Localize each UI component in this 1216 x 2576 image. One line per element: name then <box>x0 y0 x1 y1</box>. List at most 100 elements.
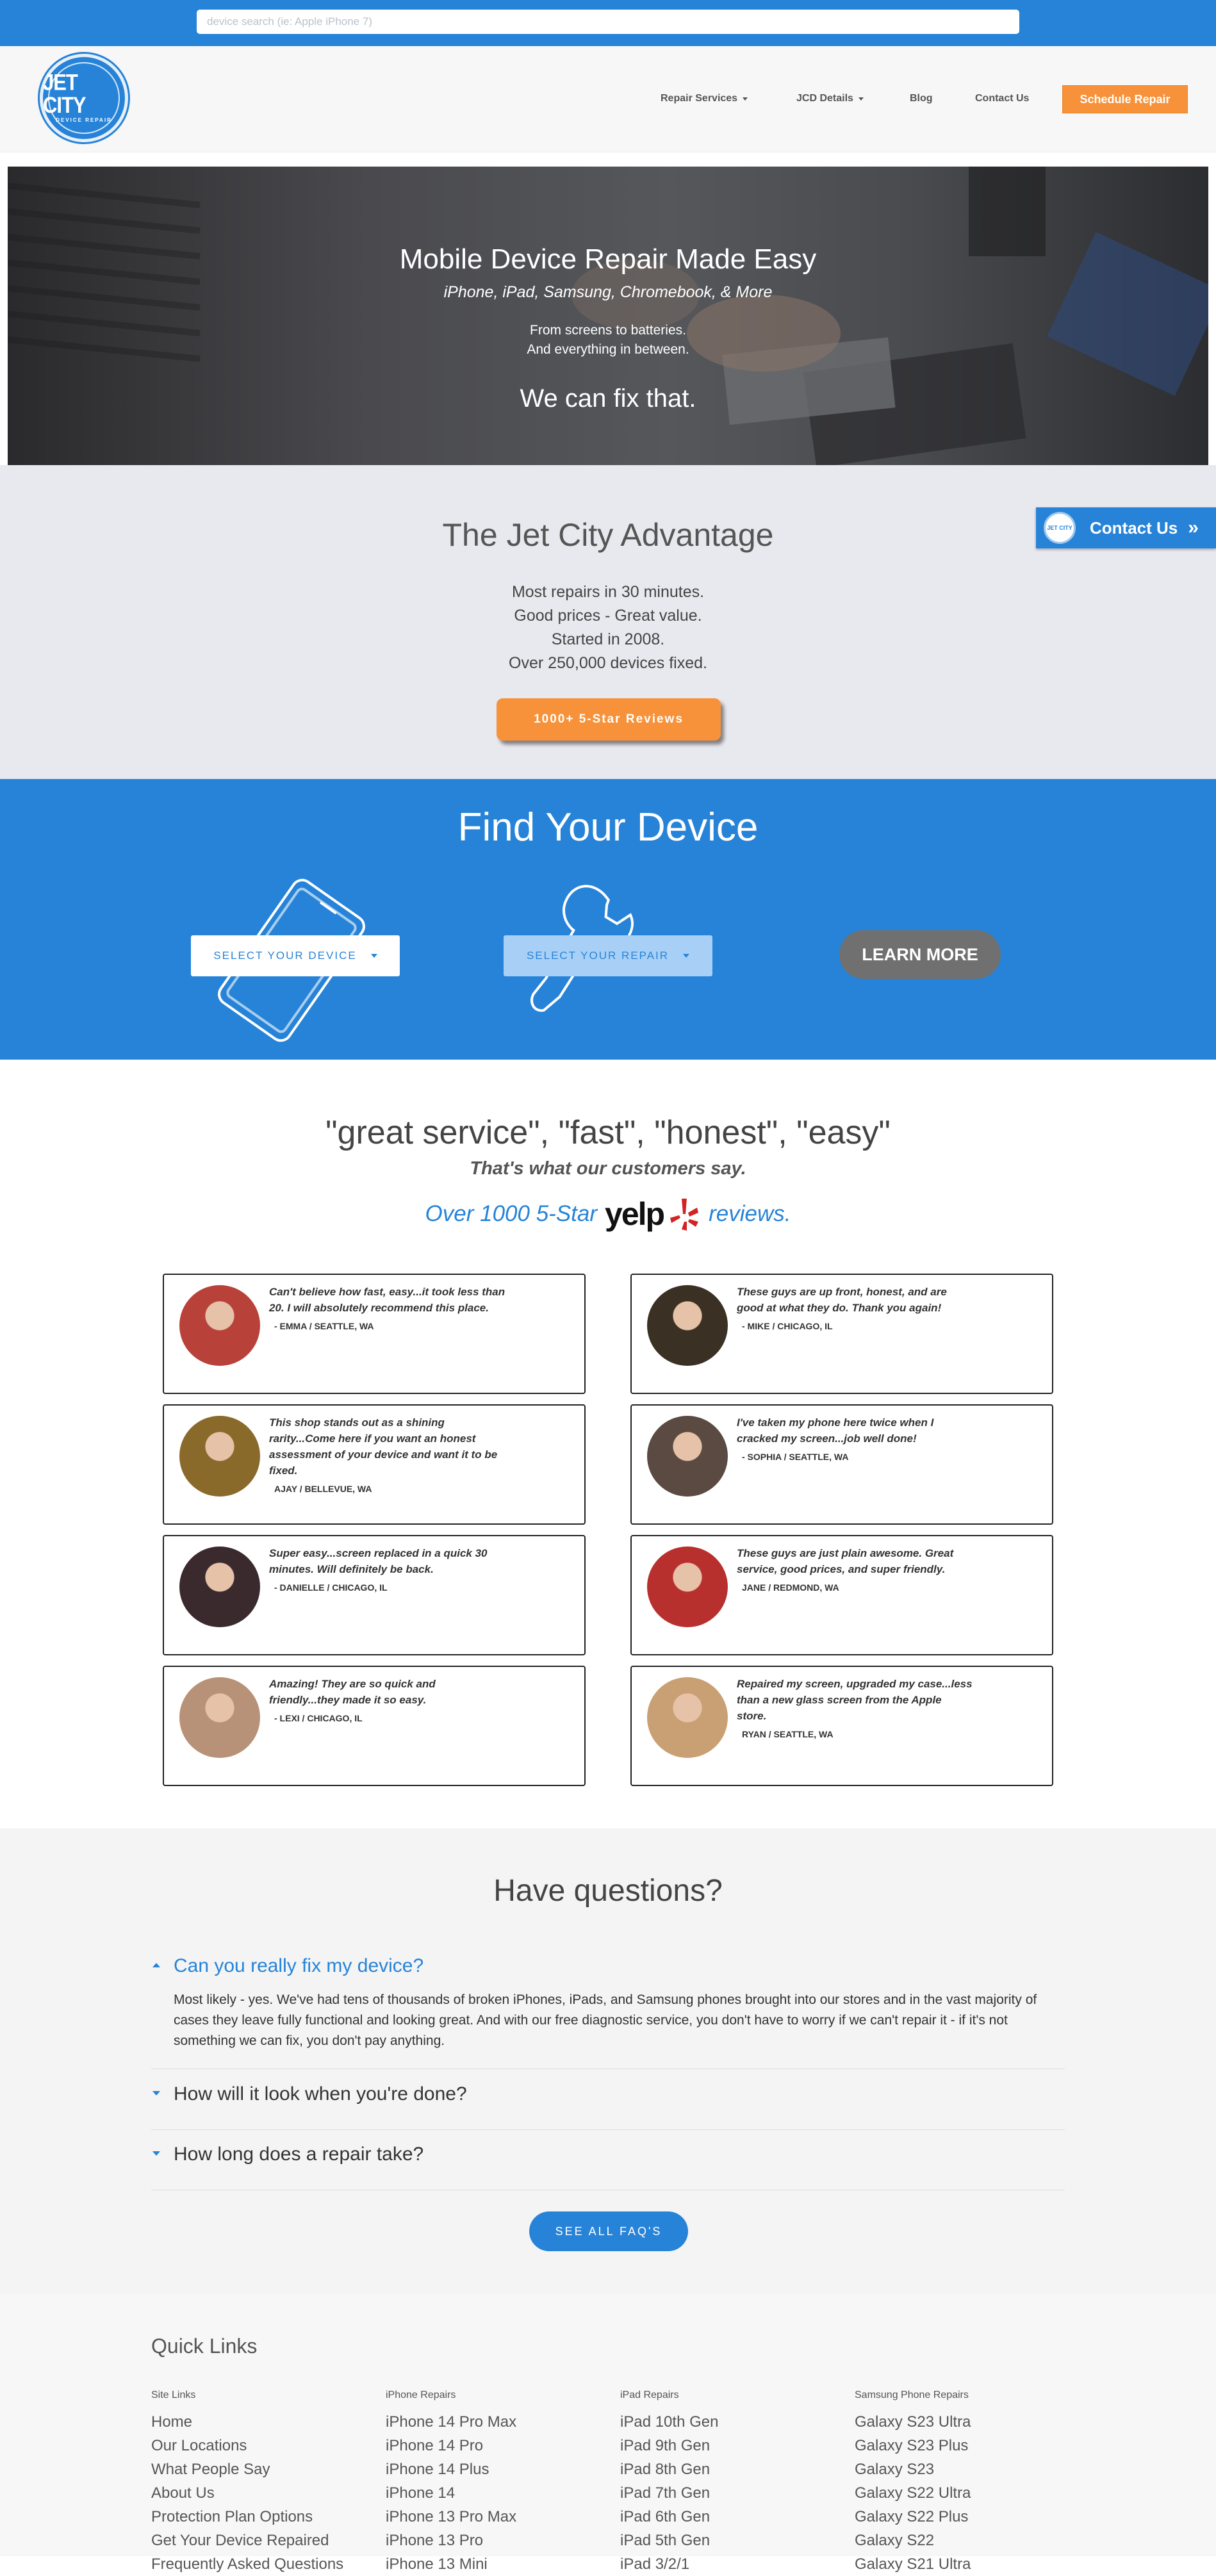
customer-avatar <box>179 1416 260 1497</box>
testimonials-subheading: That's what our customers say. <box>470 1158 746 1179</box>
footer-link[interactable]: iPad 6th Gen <box>620 2505 851 2529</box>
footer-column-heading: Site Links <box>151 2390 196 2400</box>
testimonials-heading: "great service", "fast", "honest", "easy… <box>325 1114 891 1151</box>
nav-contact-us[interactable]: Contact Us <box>975 85 1029 113</box>
footer-link[interactable]: What People Say <box>151 2457 382 2481</box>
quote-text: Amazing! They are so quick and friendly.… <box>269 1678 436 1706</box>
select-repair-label: SELECT YOUR REPAIR <box>526 949 670 962</box>
footer-link[interactable]: iPhone 14 Pro <box>386 2434 616 2457</box>
nav-jcd-details[interactable]: JCD Details <box>796 85 864 113</box>
hero-line-2: And everything in between. <box>527 342 689 357</box>
footer-link[interactable]: iPhone 13 Pro Max <box>386 2505 616 2529</box>
caret-up-icon <box>152 1963 160 1967</box>
nav-repair-services[interactable]: Repair Services <box>661 85 748 113</box>
select-device-dropdown[interactable]: SELECT YOUR DEVICE <box>191 935 400 976</box>
testimonial-card: Super easy...screen replaced in a quick … <box>163 1535 586 1655</box>
caret-down-icon <box>743 97 748 101</box>
caret-down-icon <box>858 97 864 101</box>
contact-tab-label: Contact Us <box>1090 518 1178 537</box>
footer-link[interactable]: Galaxy S23 Ultra <box>855 2410 1085 2434</box>
yelp-suffix: reviews. <box>709 1201 791 1226</box>
caret-down-icon <box>152 2091 160 2096</box>
testimonial-card: Amazing! They are so quick and friendly.… <box>163 1666 586 1786</box>
caret-down-icon <box>152 2151 160 2156</box>
testimonial-author: JANE / REDMOND, WA <box>742 1582 839 1593</box>
double-chevron-right-icon: » <box>1188 517 1199 538</box>
quote-text: These guys are just plain awesome. Great… <box>737 1547 954 1575</box>
faq-item-expanded[interactable]: Can you really fix my device? Most likel… <box>151 1955 1065 2069</box>
footer-link[interactable]: iPad 7th Gen <box>620 2481 851 2505</box>
footer-column-iphone: iPhone Repairs iPhone 14 Pro Max iPhone … <box>386 2390 616 2576</box>
faq-item[interactable]: How will it look when you're done? <box>151 2083 1065 2130</box>
customer-avatar <box>179 1546 260 1627</box>
footer-link[interactable]: Get Your Device Repaired <box>151 2529 382 2552</box>
faq-question[interactable]: How will it look when you're done? <box>151 2083 1065 2105</box>
footer-link[interactable]: Galaxy S22 Plus <box>855 2505 1085 2529</box>
reviews-button[interactable]: 1000+ 5-Star Reviews <box>497 698 721 741</box>
footer-link[interactable]: iPhone 14 Pro Max <box>386 2410 616 2434</box>
testimonials-section: "great service", "fast", "honest", "easy… <box>0 1060 1216 1828</box>
hero-background-image <box>8 167 1208 465</box>
testimonial-quote: Super easy...screen replaced in a quick … <box>269 1545 506 1596</box>
footer-link[interactable]: iPhone 14 Plus <box>386 2457 616 2481</box>
footer-link[interactable]: iPad 8th Gen <box>620 2457 851 2481</box>
footer-link[interactable]: iPad 10th Gen <box>620 2410 851 2434</box>
footer-link[interactable]: iPhone 13 Pro <box>386 2529 616 2552</box>
footer-link[interactable]: About Us <box>151 2481 382 2505</box>
footer-link[interactable]: Galaxy S22 <box>855 2529 1085 2552</box>
find-device-section: Find Your Device SELECT YOUR DEVICE SELE… <box>0 779 1216 1060</box>
footer-link[interactable]: iPad 9th Gen <box>620 2434 851 2457</box>
select-device-label: SELECT YOUR DEVICE <box>213 949 357 962</box>
quick-links-title: Quick Links <box>151 2334 258 2358</box>
testimonial-author: - SOPHIA / SEATTLE, WA <box>742 1452 849 1462</box>
jet-city-logo[interactable]: JET CITY DEVICE REPAIR <box>40 54 128 142</box>
testimonial-card: These guys are just plain awesome. Great… <box>630 1535 1053 1655</box>
faq-question[interactable]: Can you really fix my device? <box>151 1955 1065 1977</box>
testimonial-quote: Repaired my screen, upgraded my case...l… <box>737 1676 974 1743</box>
hero-banner: Mobile Device Repair Made Easy iPhone, i… <box>8 167 1208 465</box>
yelp-logo[interactable]: yelp <box>605 1195 665 1233</box>
top-search-bar <box>0 0 1216 46</box>
faq-item[interactable]: How long does a repair take? <box>151 2144 1065 2190</box>
faq-answer: Most likely - yes. We've had tens of tho… <box>174 1992 1037 2048</box>
floating-contact-tab[interactable]: JET CITY Contact Us » <box>1036 507 1216 548</box>
advantage-section: The Jet City Advantage Most repairs in 3… <box>0 465 1216 779</box>
nav-contact-label: Contact Us <box>975 93 1030 104</box>
caret-down-icon <box>370 954 377 958</box>
footer-link[interactable]: Galaxy S22 Ultra <box>855 2481 1085 2505</box>
hero-title: Mobile Device Repair Made Easy <box>399 243 817 275</box>
footer-link[interactable]: iPhone 14 <box>386 2481 616 2505</box>
advantage-point: Over 250,000 devices fixed. <box>509 654 707 672</box>
customer-avatar <box>647 1546 728 1627</box>
quote-text: Super easy...screen replaced in a quick … <box>269 1547 488 1575</box>
testimonial-card: Can't believe how fast, easy...it took l… <box>163 1274 586 1394</box>
footer-link[interactable]: Home <box>151 2410 382 2434</box>
footer-link[interactable]: Galaxy S23 <box>855 2457 1085 2481</box>
learn-more-button[interactable]: LEARN MORE <box>839 930 1001 979</box>
customer-avatar <box>179 1677 260 1758</box>
schedule-repair-button[interactable]: Schedule Repair <box>1062 85 1188 113</box>
customer-avatar <box>647 1416 728 1497</box>
testimonial-author: AJAY / BELLEVUE, WA <box>274 1484 372 1494</box>
footer-link[interactable]: Protection Plan Options <box>151 2505 382 2529</box>
find-decor-graphics <box>218 878 634 1042</box>
site-header: JET CITY DEVICE REPAIR Repair Services J… <box>0 46 1216 152</box>
faq-question[interactable]: How long does a repair take? <box>151 2144 1065 2165</box>
advantage-point: Started in 2008. <box>551 630 665 648</box>
faq-question-text: How will it look when you're done? <box>174 2083 467 2104</box>
footer-link[interactable]: Galaxy S23 Plus <box>855 2434 1085 2457</box>
yelp-prefix: Over 1000 5-Star <box>425 1201 598 1226</box>
select-repair-dropdown[interactable]: SELECT YOUR REPAIR <box>504 935 712 976</box>
footer-link[interactable]: iPad 5th Gen <box>620 2529 851 2552</box>
hero-tagline: We can fix that. <box>520 384 696 413</box>
faq-title: Have questions? <box>493 1874 723 1908</box>
device-search-input[interactable] <box>197 10 1019 34</box>
footer-quick-links: Quick Links Site Links Home Our Location… <box>0 2293 1216 2573</box>
see-all-faqs-button[interactable]: SEE ALL FAQ'S <box>529 2211 688 2251</box>
footer-link[interactable]: Our Locations <box>151 2434 382 2457</box>
nav-blog[interactable]: Blog <box>910 85 933 113</box>
customer-avatar <box>647 1285 728 1366</box>
testimonial-quote: These guys are up front, honest, and are… <box>737 1284 974 1334</box>
testimonial-quote: Amazing! They are so quick and friendly.… <box>269 1676 506 1727</box>
hero-subtitle: iPhone, iPad, Samsung, Chromebook, & Mor… <box>443 283 773 301</box>
